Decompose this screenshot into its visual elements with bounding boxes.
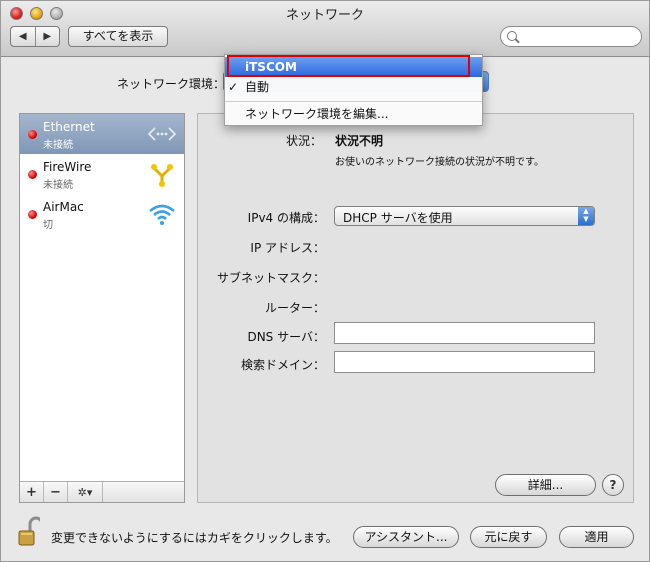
service-list-toolbar: + − ✲▾ [20,481,184,502]
ip-address-label: IP アドレス： [250,241,325,255]
status-label: 状況： [285,134,322,148]
remove-service-button[interactable]: − [44,482,68,502]
service-status: 切 [43,220,53,231]
revert-button[interactable]: 元に戻す [470,526,547,548]
menu-item-label: 自動 [245,80,270,94]
search-field[interactable] [500,26,642,47]
service-status: 未接続 [43,180,73,191]
action-menu-button[interactable]: ✲▾ [68,482,103,502]
status-dot-icon [28,170,37,179]
network-preferences-window: ネットワーク ◀ ▶ すべてを表示 ネットワーク環境： Ethernet 未接続… [0,0,650,562]
service-name: Ethernet [43,120,95,134]
menu-item-edit-locations[interactable]: ネットワーク環境を編集... [225,104,482,124]
detail-panel [197,113,634,503]
service-name: FireWire [43,160,92,174]
apply-button[interactable]: 適用 [559,526,634,548]
status-dot-icon [28,210,37,219]
status-dot-icon [28,130,37,139]
service-item-airmac[interactable]: AirMac 切 [20,194,184,234]
ethernet-icon [147,127,177,141]
advanced-button[interactable]: 詳細... [495,474,596,496]
add-service-button[interactable]: + [20,482,44,502]
service-item-ethernet[interactable]: Ethernet 未接続 [20,114,184,154]
wifi-icon [149,204,175,225]
dns-server-label: DNS サーバ： [247,330,325,344]
popup-arrows-icon: ▲ ▼ [578,207,594,225]
help-button[interactable]: ? [602,474,624,496]
service-name: AirMac [43,200,84,214]
ipv4-value: DHCP サーバを使用 [343,211,453,225]
search-icon [507,31,517,41]
search-domain-field[interactable] [334,351,595,373]
subnet-mask-label: サブネットマスク： [216,271,325,285]
highlight-annotation-box [227,55,470,77]
ipv4-label: IPv4 の構成： [247,211,325,225]
menu-separator [225,101,482,102]
back-forward-control: ◀ ▶ [10,26,60,47]
service-list: Ethernet 未接続 FireWire 未接続 AirMac 切 + − ✲… [19,113,185,503]
location-label: ネットワーク環境： [117,77,226,91]
checkmark-icon: ✓ [228,80,239,94]
show-all-button[interactable]: すべてを表示 [68,26,168,47]
firewire-icon [151,164,173,187]
router-label: ルーター： [264,301,325,315]
title-bar: ネットワーク ◀ ▶ すべてを表示 [1,1,649,57]
status-value: 状況不明 [335,134,384,148]
lock-icon[interactable] [18,516,40,548]
window-title: ネットワーク [285,8,364,23]
forward-arrow-icon[interactable]: ▶ [34,27,60,46]
back-arrow-icon[interactable]: ◀ [11,27,35,46]
service-item-firewire[interactable]: FireWire 未接続 [20,154,184,194]
assistant-button[interactable]: アシスタント... [353,526,459,548]
search-domain-label: 検索ドメイン： [240,358,325,372]
ipv4-configure-popup[interactable]: DHCP サーバを使用 ▲ ▼ [334,206,595,226]
lock-message: 変更できないようにするにはカギをクリックします。 [51,531,338,545]
menu-item-automatic[interactable]: ✓ 自動 [225,77,482,97]
dns-server-field[interactable] [334,322,595,344]
service-status: 未接続 [43,140,73,151]
status-description: お使いのネットワーク接続の状況が不明です。 [335,157,544,168]
